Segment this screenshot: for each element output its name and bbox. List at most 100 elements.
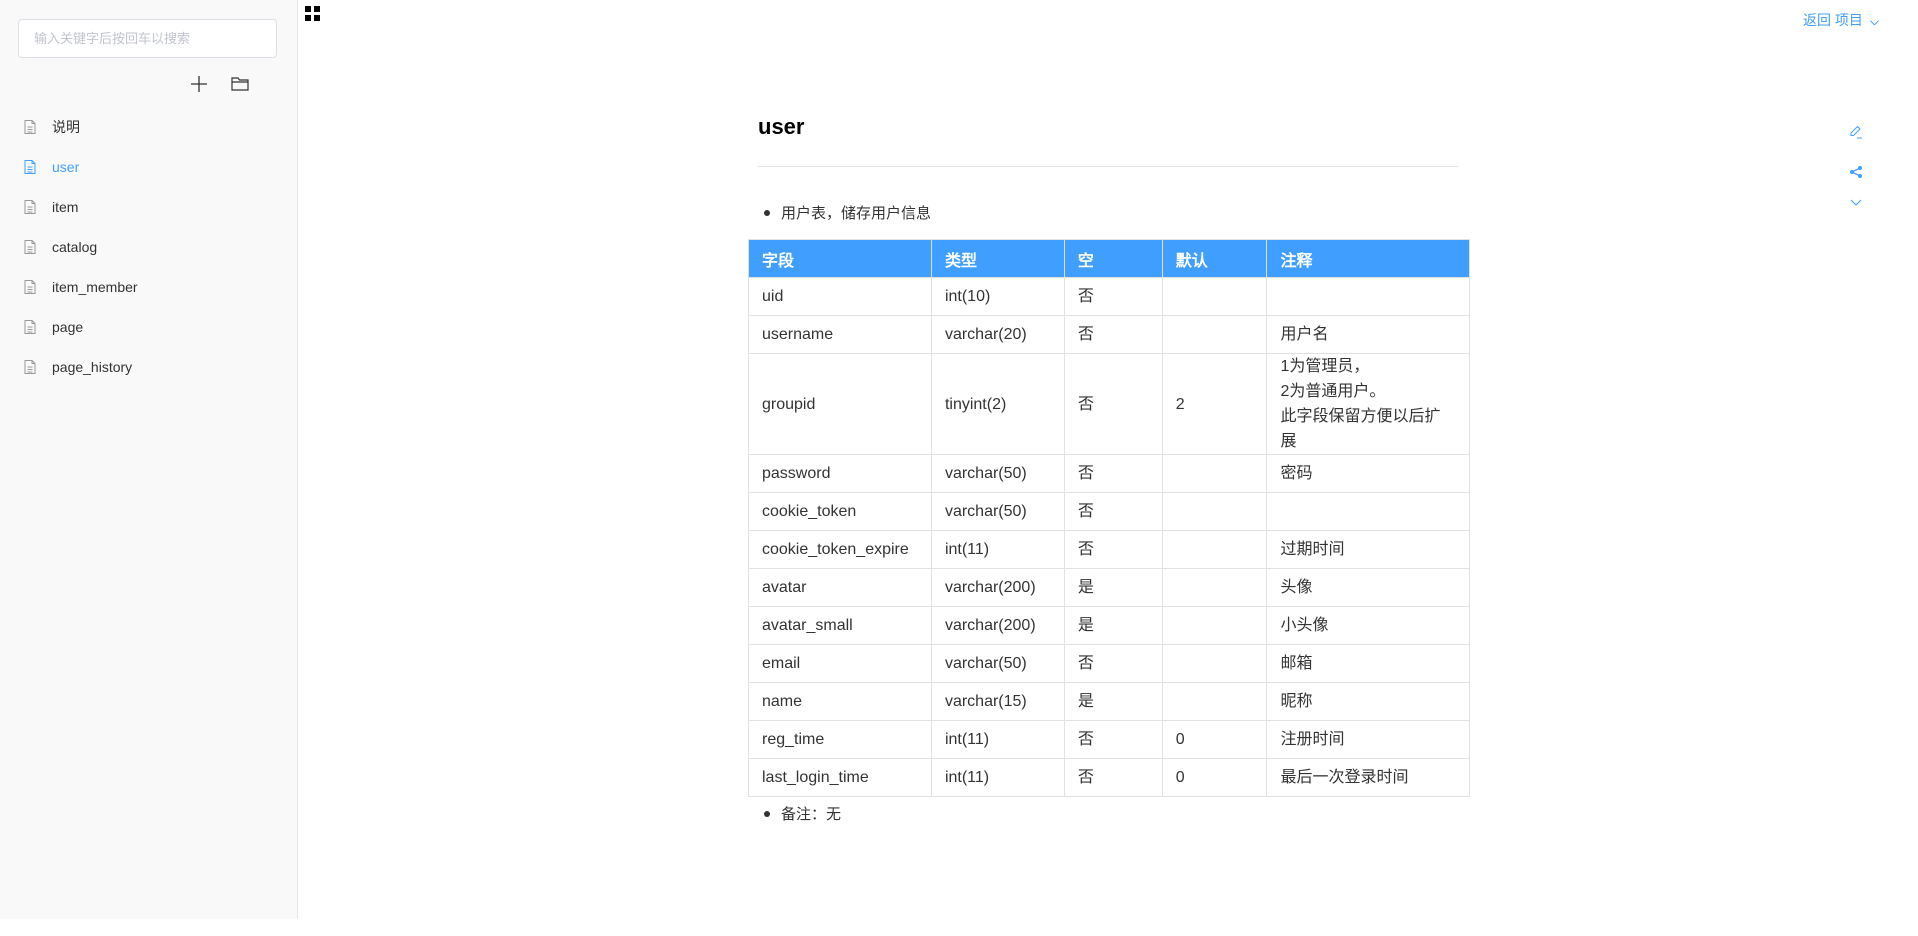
cell-comment: 注册时间: [1266, 720, 1470, 759]
table-row: groupid tinyint(2) 否 2 1为管理员， 2为普通用户。 此字段保留方便以…: [748, 353, 1470, 455]
back-to-project-link[interactable]: 返回 项目: [1803, 10, 1880, 30]
table-row: email varchar(50) 否 邮箱: [748, 644, 1470, 683]
cell-nullable: 否: [1063, 644, 1163, 683]
table-row: avatar_small varchar(200) 是 小头像: [748, 606, 1470, 645]
title-divider: [758, 166, 1458, 167]
sidebar-item-label: user: [52, 159, 80, 175]
cell-type: int(11): [930, 530, 1065, 569]
cell-nullable: 是: [1063, 682, 1163, 721]
column-header-comment: 注释: [1266, 239, 1470, 278]
note-text: 备注：无: [781, 806, 842, 823]
document-icon: [22, 239, 38, 255]
search-input[interactable]: [18, 19, 277, 58]
sidebar-item-item[interactable]: item: [0, 187, 297, 227]
cell-type: varchar(20): [930, 315, 1065, 354]
sidebar-item-catalog[interactable]: catalog: [0, 227, 297, 267]
cell-field: name: [748, 682, 932, 721]
cell-default: [1161, 568, 1268, 607]
cell-nullable: 否: [1063, 758, 1163, 797]
table-row: password varchar(50) 否 密码: [748, 454, 1470, 493]
table-row: reg_time int(11) 否 0 注册时间: [748, 720, 1470, 759]
cell-type: int(11): [930, 758, 1065, 797]
cell-nullable: 否: [1063, 492, 1163, 531]
cell-type: varchar(200): [930, 568, 1065, 607]
cell-type: int(10): [930, 277, 1065, 316]
cell-field: avatar: [748, 568, 932, 607]
cell-comment: 1为管理员， 2为普通用户。 此字段保留方便以后扩展: [1266, 353, 1470, 455]
cell-type: varchar(50): [930, 454, 1065, 493]
cell-nullable: 否: [1063, 315, 1163, 354]
cell-comment: 用户名: [1266, 315, 1470, 354]
cell-comment: 过期时间: [1266, 530, 1470, 569]
description-bullet: 用户表，储存用户信息: [764, 202, 931, 223]
cell-field: last_login_time: [748, 758, 932, 797]
cell-field: password: [748, 454, 932, 493]
cell-default: 0: [1161, 758, 1268, 797]
cell-field: username: [748, 315, 932, 354]
cell-type: varchar(50): [930, 492, 1065, 531]
cell-default: [1161, 644, 1268, 683]
cell-field: reg_time: [748, 720, 932, 759]
document-icon: [22, 359, 38, 375]
column-header-default: 默认: [1161, 239, 1268, 278]
bullet-dot: [764, 209, 770, 216]
bullet-dot: [764, 810, 770, 817]
fields-table: 字段 类型 空 默认 注释 uid int(10) 否 username varchar…: [748, 239, 1470, 797]
sidebar-item-shuoming[interactable]: 说明: [0, 107, 297, 147]
sidebar-item-label: item: [52, 199, 79, 215]
page-title: user: [758, 114, 805, 139]
sidebar-item-label: catalog: [52, 239, 98, 255]
cell-comment: 小头像: [1266, 606, 1470, 645]
sidebar-item-page-history[interactable]: page_history: [0, 347, 297, 387]
chevron-down-icon: [1869, 15, 1880, 26]
column-header-type: 类型: [930, 239, 1065, 278]
cell-type: tinyint(2): [930, 353, 1065, 455]
edit-icon[interactable]: [1848, 124, 1864, 140]
cell-default: [1161, 315, 1268, 354]
cell-nullable: 否: [1063, 353, 1163, 455]
cell-nullable: 否: [1063, 277, 1163, 316]
table-row: uid int(10) 否: [748, 277, 1470, 316]
table-row: last_login_time int(11) 否 0 最后一次登录时间: [748, 758, 1470, 797]
cell-type: int(11): [930, 720, 1065, 759]
description-text: 用户表，储存用户信息: [781, 205, 932, 222]
cell-type: varchar(50): [930, 644, 1065, 683]
cell-comment: [1266, 277, 1470, 316]
cell-comment: [1266, 492, 1470, 531]
cell-nullable: 否: [1063, 454, 1163, 493]
table-row: cookie_token_expire int(11) 否 过期时间: [748, 530, 1470, 569]
cell-default: [1161, 492, 1268, 531]
document-icon: [22, 319, 38, 335]
plus-icon[interactable]: [189, 74, 209, 94]
share-icon[interactable]: [1848, 164, 1864, 180]
document-icon: [22, 159, 38, 175]
sidebar-item-page[interactable]: page: [0, 307, 297, 347]
table-row: avatar varchar(200) 是 头像: [748, 568, 1470, 607]
cell-comment: 邮箱: [1266, 644, 1470, 683]
cell-default: [1161, 606, 1268, 645]
column-header-nullable: 空: [1063, 239, 1163, 278]
folder-icon[interactable]: [230, 74, 250, 94]
catalog-tree: 说明 user item catalog item_member page pa…: [0, 107, 297, 387]
grid-icon[interactable]: [305, 6, 321, 22]
sidebar-item-user[interactable]: user: [0, 147, 297, 187]
cell-field: cookie_token_expire: [748, 530, 932, 569]
cell-type: varchar(200): [930, 606, 1065, 645]
chevron-down-icon[interactable]: [1848, 194, 1864, 210]
cell-default: 2: [1161, 353, 1268, 455]
table-row: cookie_token varchar(50) 否: [748, 492, 1470, 531]
sidebar-item-label: item_member: [52, 279, 138, 295]
cell-comment: 最后一次登录时间: [1266, 758, 1470, 797]
document-icon: [22, 279, 38, 295]
document-icon: [22, 199, 38, 215]
sidebar: 说明 user item catalog item_member page pa…: [0, 0, 298, 919]
cell-default: [1161, 682, 1268, 721]
sidebar-item-item-member[interactable]: item_member: [0, 267, 297, 307]
cell-type: varchar(15): [930, 682, 1065, 721]
cell-field: email: [748, 644, 932, 683]
cell-default: [1161, 454, 1268, 493]
page-tools: [1848, 124, 1864, 210]
cell-comment: 头像: [1266, 568, 1470, 607]
cell-default: [1161, 277, 1268, 316]
cell-default: [1161, 530, 1268, 569]
